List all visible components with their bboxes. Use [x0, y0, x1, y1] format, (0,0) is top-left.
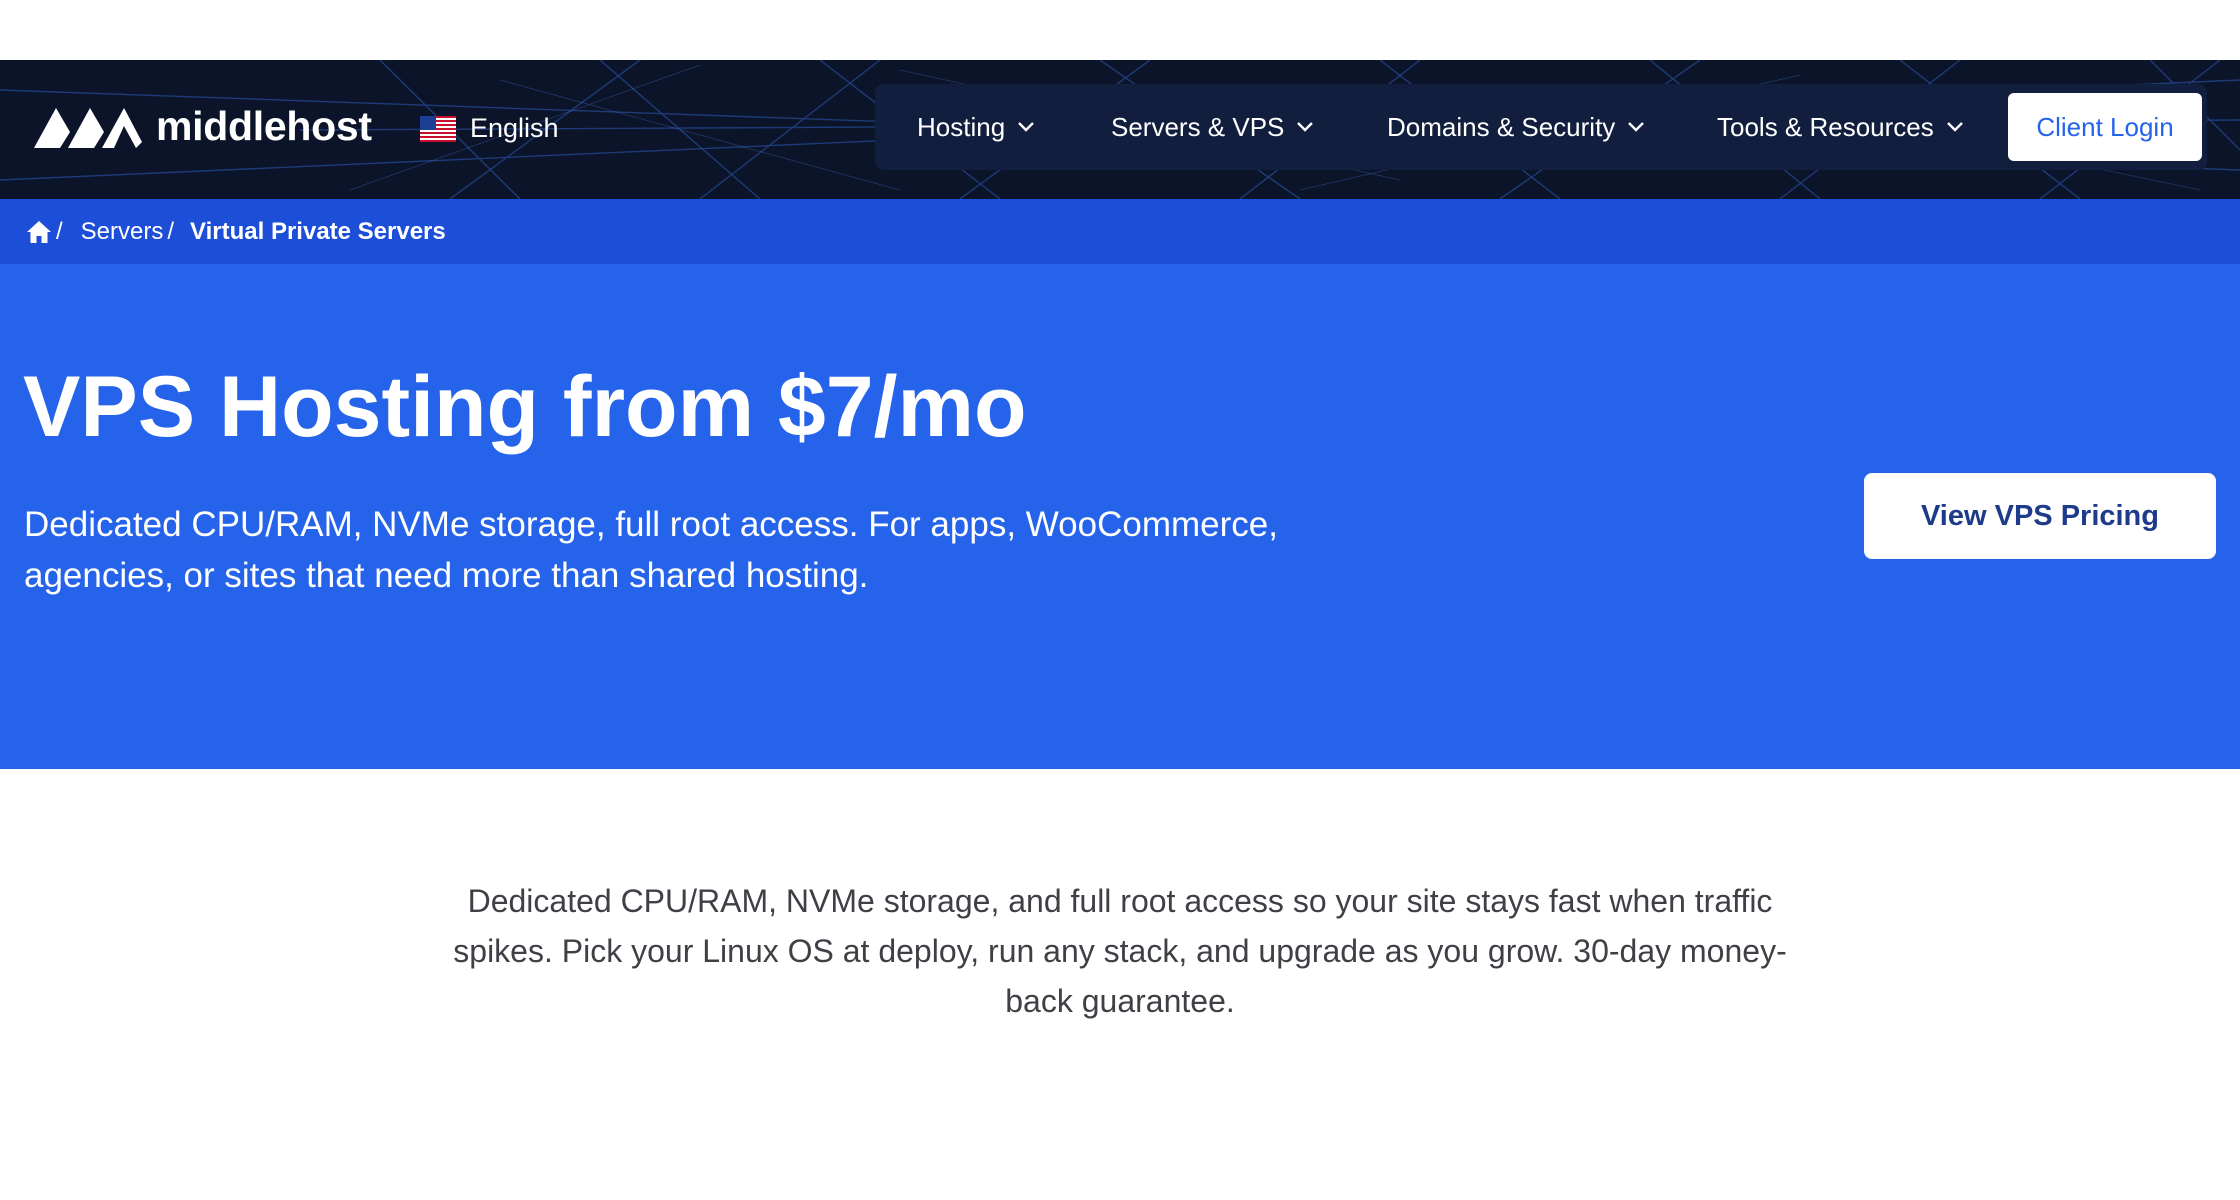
brand-name: middlehost: [156, 102, 372, 149]
top-spacer: [0, 0, 2240, 60]
language-label: English: [470, 113, 559, 143]
brand-logo[interactable]: middlehost: [32, 102, 372, 150]
language-selector[interactable]: English: [420, 113, 559, 144]
chevron-down-icon: [1297, 122, 1314, 132]
chevron-down-icon: [1628, 122, 1645, 132]
nav-item-tools-resources[interactable]: Tools & Resources: [1717, 84, 1964, 170]
chevron-down-icon: [1946, 122, 1963, 132]
nav-item-label: Tools & Resources: [1717, 111, 1934, 142]
nav-item-domains-security[interactable]: Domains & Security: [1387, 84, 1645, 170]
hero-subtitle: Dedicated CPU/RAM, NVMe storage, full ro…: [24, 505, 1278, 595]
hero-section: VPS Hosting from $7/mo Dedicated CPU/RAM…: [0, 264, 2240, 769]
intro-paragraph: Dedicated CPU/RAM, NVMe storage, and ful…: [453, 883, 1787, 1019]
nav-item-servers-vps[interactable]: Servers & VPS: [1111, 84, 1314, 170]
chevron-down-icon: [1018, 122, 1035, 132]
home-icon[interactable]: [26, 220, 52, 244]
us-flag-icon: [420, 115, 456, 142]
hero-title: VPS Hosting from $7/mo: [23, 359, 1027, 455]
nav-item-label: Hosting: [917, 111, 1006, 142]
breadcrumb: / Servers / Virtual Private Servers: [0, 199, 2240, 264]
nav-item-label: Domains & Security: [1387, 111, 1616, 142]
view-vps-pricing-button[interactable]: View VPS Pricing: [1864, 473, 2216, 559]
nav-item-label: Servers & VPS: [1111, 111, 1285, 142]
breadcrumb-separator: /: [167, 217, 175, 245]
nav-item-hosting[interactable]: Hosting: [917, 84, 1035, 170]
client-login-button[interactable]: Client Login: [2008, 93, 2202, 161]
breadcrumb-separator: /: [56, 217, 63, 245]
middlehost-logo-icon: [34, 108, 142, 148]
breadcrumb-current: Virtual Private Servers: [190, 217, 446, 245]
breadcrumb-item-servers[interactable]: Servers: [81, 218, 164, 246]
